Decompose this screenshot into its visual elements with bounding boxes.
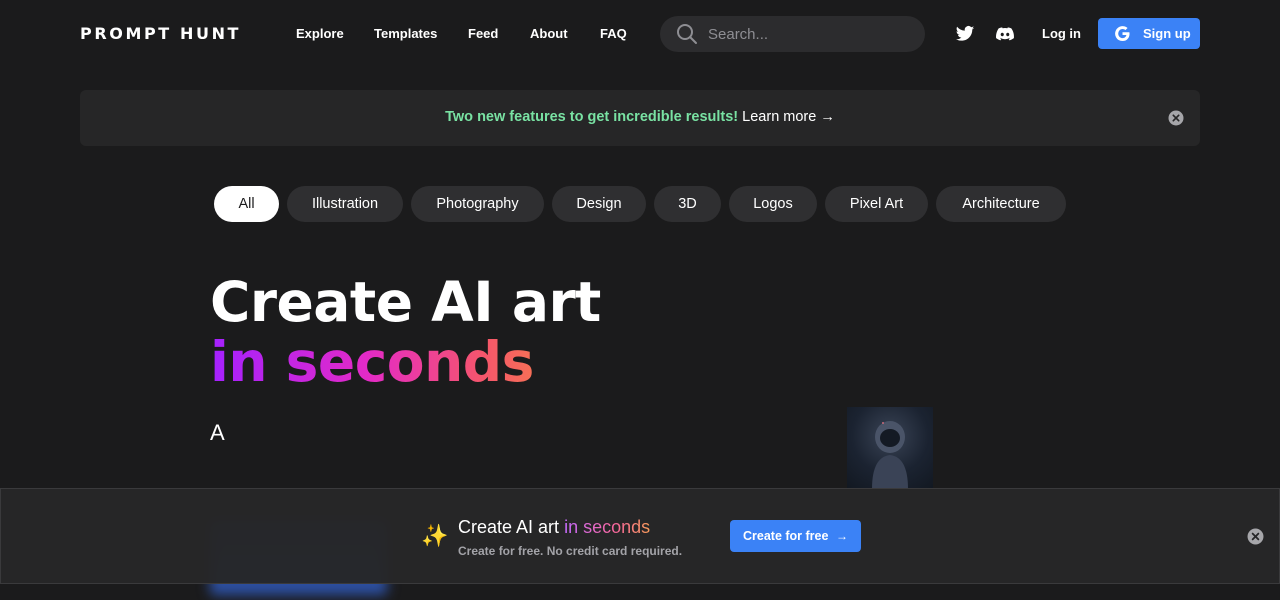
promo-title: Create AI art in seconds xyxy=(458,517,650,538)
category-all[interactable]: All xyxy=(214,186,279,222)
hero-line-1: Create AI art xyxy=(210,270,601,334)
announcement-banner: Two new features to get incredible resul… xyxy=(80,90,1200,146)
promo-subtitle: Create for free. No credit card required… xyxy=(458,544,683,558)
signup-label: Sign up xyxy=(1143,26,1191,41)
banner-text: Two new features to get incredible resul… xyxy=(80,109,1200,125)
category-design[interactable]: Design xyxy=(552,186,646,222)
signup-button[interactable]: Sign up xyxy=(1098,18,1200,49)
promo-title-plain: Create AI art xyxy=(458,517,560,537)
nav-faq[interactable]: FAQ xyxy=(600,26,627,41)
category-pixel-art[interactable]: Pixel Art xyxy=(825,186,928,222)
astronaut-thumbnail[interactable] xyxy=(847,407,933,489)
promo-close-icon[interactable] xyxy=(1247,528,1264,545)
sparkle-icon: ✨ xyxy=(421,523,449,548)
banner-close-icon[interactable] xyxy=(1168,110,1184,126)
search-input[interactable] xyxy=(708,16,908,52)
login-link[interactable]: Log in xyxy=(1042,26,1081,41)
hero-heading: Create AI art in seconds xyxy=(210,272,601,392)
search-box[interactable] xyxy=(660,16,925,52)
discord-icon[interactable] xyxy=(995,24,1015,44)
google-icon xyxy=(1115,26,1130,41)
nav-templates[interactable]: Templates xyxy=(374,26,437,41)
hero-line-2: in seconds xyxy=(210,332,601,392)
arrow-right-icon: → xyxy=(836,529,848,543)
search-icon xyxy=(677,24,697,44)
bottom-promo-bar: ✨ Create AI art in seconds Create for fr… xyxy=(0,488,1280,584)
nav-feed[interactable]: Feed xyxy=(468,26,498,41)
banner-highlight: Two new features to get incredible resul… xyxy=(445,109,739,125)
nav-explore[interactable]: Explore xyxy=(296,26,344,41)
create-for-free-label: Create for free xyxy=(743,529,829,543)
category-illustration[interactable]: Illustration xyxy=(287,186,403,222)
category-3d[interactable]: 3D xyxy=(654,186,721,222)
nav-about[interactable]: About xyxy=(530,26,568,41)
learn-more-link[interactable]: Learn more → xyxy=(742,109,835,125)
hero-typed-text: A xyxy=(210,420,225,445)
top-navbar: PROMPT HUNT Explore Templates Feed About… xyxy=(0,0,1280,68)
promo-title-accent: in seconds xyxy=(564,517,651,537)
create-for-free-button[interactable]: Create for free → xyxy=(730,520,861,552)
logo[interactable]: PROMPT HUNT xyxy=(80,24,241,43)
twitter-icon[interactable] xyxy=(955,24,975,44)
category-architecture[interactable]: Architecture xyxy=(936,186,1066,222)
astronaut-image xyxy=(872,421,908,489)
category-logos[interactable]: Logos xyxy=(729,186,817,222)
category-photography[interactable]: Photography xyxy=(411,186,544,222)
